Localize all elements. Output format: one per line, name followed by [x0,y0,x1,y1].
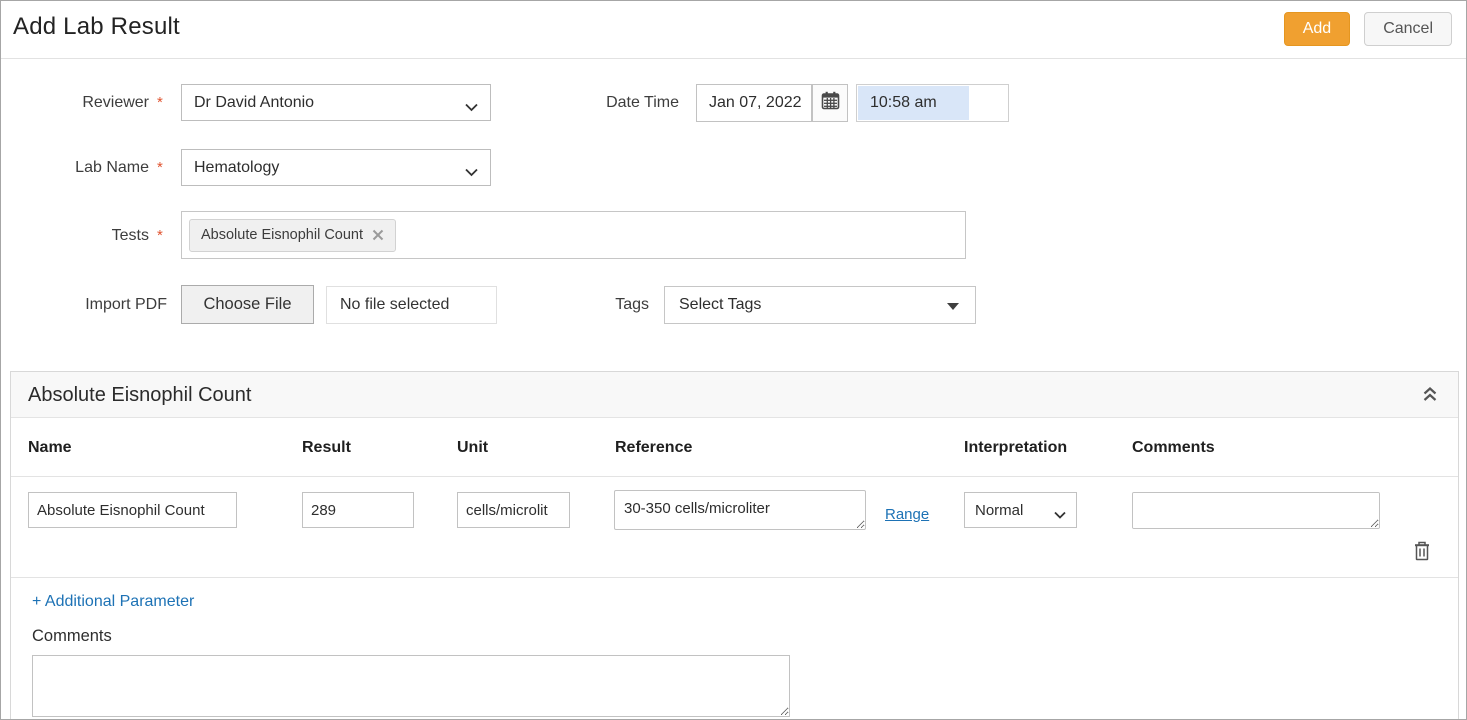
tests-multiselect-input[interactable]: Absolute Eisnophil Count [181,211,966,259]
column-header-reference: Reference [615,418,692,477]
dropdown-arrow-icon [947,303,959,310]
interpretation-select[interactable]: Normal [964,492,1077,528]
tests-required-mark: * [157,219,163,253]
collapse-section-button[interactable] [1422,386,1438,406]
lab-name-select[interactable]: Hematology [181,149,491,186]
interpretation-select-value: Normal [975,502,1023,519]
trash-icon [1413,541,1431,564]
test-result-section: Absolute Eisnophil Count Name Result Uni… [10,371,1459,720]
result-input[interactable] [302,492,414,528]
unit-input[interactable] [457,492,570,528]
reference-textarea[interactable]: 30-350 cells/microliter [614,490,866,530]
reviewer-label: Reviewer [1,84,149,121]
row-comments-textarea[interactable] [1132,492,1380,529]
chevron-down-icon [1054,506,1066,523]
calendar-button[interactable] [812,84,848,122]
parameter-table-header: Name Result Unit Reference Interpretatio… [11,418,1458,477]
section-comments-label: Comments [32,627,112,646]
parameter-row: 30-350 cells/microliter Range Normal [11,477,1458,578]
column-header-comments: Comments [1132,418,1215,477]
test-tag-chip: Absolute Eisnophil Count [189,219,396,252]
delete-parameter-button[interactable] [1413,541,1431,564]
tests-label: Tests [1,217,149,254]
calendar-icon [821,91,840,115]
remove-tag-icon[interactable] [372,229,384,241]
add-lab-result-page: Add Lab Result Add Cancel Reviewer * Dr … [0,0,1467,720]
date-time-label: Date Time [531,84,679,121]
add-button[interactable]: Add [1284,12,1350,46]
range-link[interactable]: Range [885,506,929,523]
chevron-down-icon [465,99,478,117]
choose-file-button[interactable]: Choose File [181,285,314,324]
page-header: Add Lab Result Add Cancel [1,1,1466,59]
lab-name-label: Lab Name [1,149,149,186]
page-title: Add Lab Result [13,13,180,41]
test-section-header: Absolute Eisnophil Count [11,372,1458,418]
parameter-name-input[interactable] [28,492,237,528]
column-header-result: Result [302,418,351,477]
time-input-selected-text: 10:58 am [858,86,969,120]
lab-name-select-value: Hematology [194,159,279,177]
cancel-button[interactable]: Cancel [1364,12,1452,46]
tags-select[interactable]: Select Tags [664,286,976,324]
double-chevron-up-icon [1422,386,1438,406]
header-actions: Add Cancel [1284,12,1452,46]
date-input[interactable] [696,84,812,122]
file-status-text: No file selected [326,286,497,324]
chevron-down-icon [465,164,478,182]
time-input[interactable]: 10:58 am [856,84,1009,122]
import-pdf-label: Import PDF [1,286,167,323]
reviewer-select-value: Dr David Antonio [194,94,314,112]
reviewer-required-mark: * [157,86,163,120]
test-section-title: Absolute Eisnophil Count [28,372,251,418]
lab-name-required-mark: * [157,151,163,185]
column-header-name: Name [28,418,72,477]
column-header-unit: Unit [457,418,488,477]
test-tag-label: Absolute Eisnophil Count [201,227,363,243]
tags-select-value: Select Tags [679,296,761,314]
reviewer-select[interactable]: Dr David Antonio [181,84,491,121]
tags-label: Tags [598,286,649,324]
column-header-interpretation: Interpretation [964,418,1067,477]
additional-parameter-link[interactable]: + Additional Parameter [32,593,194,611]
section-comments-textarea[interactable] [32,655,790,717]
